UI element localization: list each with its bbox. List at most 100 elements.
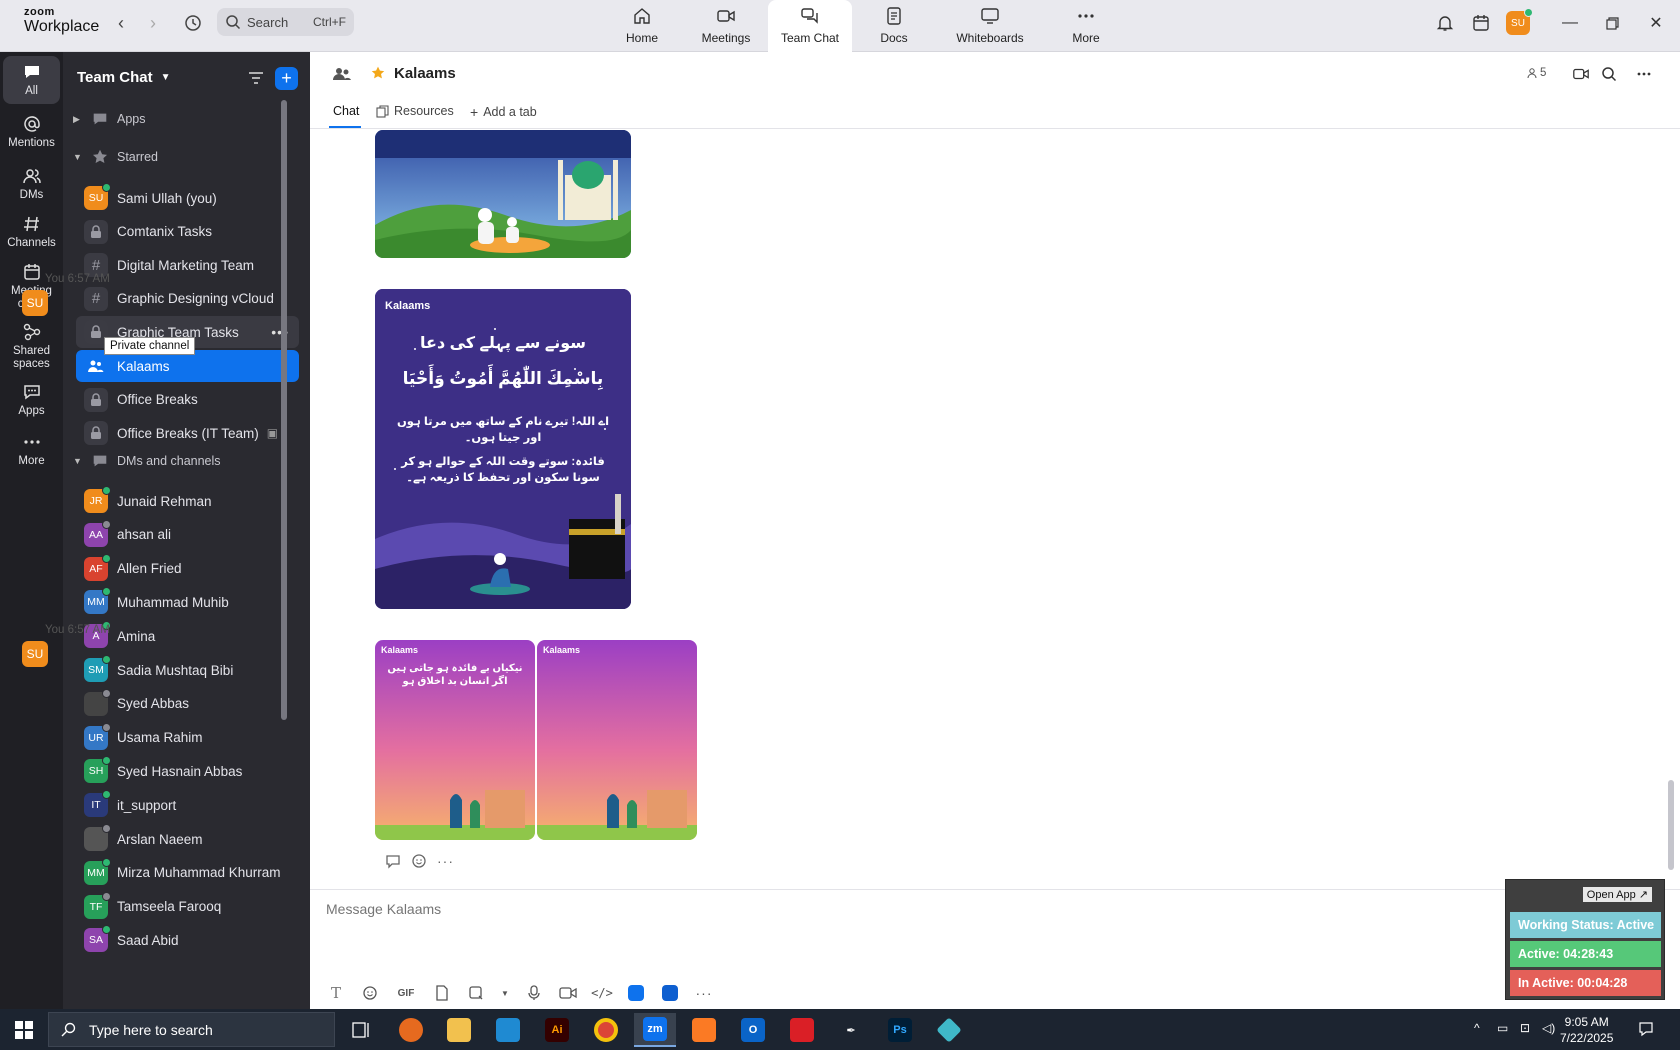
star-icon[interactable] bbox=[370, 65, 386, 81]
user-avatar[interactable]: SU bbox=[1506, 8, 1533, 35]
chat-scrollbar[interactable] bbox=[1668, 780, 1674, 870]
photoshop-icon[interactable]: Ps bbox=[879, 1013, 921, 1047]
message-input[interactable] bbox=[326, 898, 1126, 920]
zoom-taskbar-icon[interactable]: zm bbox=[634, 1013, 676, 1047]
sidebar-item[interactable]: Comtanix Tasks bbox=[76, 216, 299, 248]
sidebar-title[interactable]: Team Chat ▼ bbox=[77, 69, 170, 86]
file-explorer-icon[interactable] bbox=[438, 1013, 480, 1047]
search-icon[interactable] bbox=[1600, 65, 1618, 83]
rail-shared-spaces[interactable]: Shared spaces bbox=[3, 322, 60, 370]
search-box[interactable]: Search Ctrl+F bbox=[217, 8, 354, 36]
section-dms[interactable]: ▼ DMs and channels bbox=[73, 452, 221, 470]
app-diamond-icon[interactable] bbox=[928, 1013, 970, 1047]
sidebar-item[interactable]: SA Saad Abid bbox=[76, 924, 299, 956]
clock[interactable]: 9:05 AM 7/22/2025 bbox=[1560, 1014, 1613, 1046]
video-camera-icon[interactable] bbox=[1572, 65, 1590, 83]
tab-chat[interactable]: Chat bbox=[333, 104, 359, 118]
microphone-icon[interactable] bbox=[524, 983, 544, 1003]
code-snippet-icon[interactable]: </> bbox=[591, 983, 613, 1003]
bell-icon[interactable] bbox=[1434, 12, 1456, 34]
video-message-icon[interactable] bbox=[558, 983, 578, 1003]
tab-meetings[interactable]: Meetings bbox=[684, 0, 768, 52]
file-icon[interactable] bbox=[432, 983, 452, 1003]
message-avatar[interactable]: SU bbox=[22, 641, 48, 667]
message-image-dua[interactable]: Kalaams سونے سے پہلے کی دعا بِاسْمِكَ ال… bbox=[375, 289, 631, 609]
more-dots-icon[interactable]: ··· bbox=[437, 853, 454, 872]
chevron-down-icon[interactable]: ▼ bbox=[500, 983, 510, 1003]
close-icon[interactable]: ✕ bbox=[1644, 12, 1668, 34]
filter-icon[interactable] bbox=[246, 68, 266, 88]
rail-mentions[interactable]: Mentions bbox=[3, 114, 60, 150]
zoom-app-icon[interactable] bbox=[626, 983, 646, 1003]
channel-title[interactable]: Kalaams bbox=[394, 65, 456, 82]
back-icon[interactable]: ‹ bbox=[108, 10, 134, 36]
message-image-akhlaq-2[interactable]: Kalaams bbox=[537, 640, 697, 840]
windows-start-icon[interactable] bbox=[14, 1020, 34, 1040]
rail-channels[interactable]: Channels bbox=[3, 214, 60, 250]
section-apps[interactable]: ▶ Apps bbox=[73, 110, 146, 128]
message-avatar[interactable]: SU bbox=[22, 290, 48, 316]
outlook-icon[interactable]: O bbox=[732, 1013, 774, 1047]
vscode-icon[interactable] bbox=[487, 1013, 529, 1047]
group-icon[interactable] bbox=[332, 64, 352, 84]
sidebar-item[interactable]: # Graphic Designing vCloud bbox=[76, 283, 299, 315]
xampp-icon[interactable] bbox=[683, 1013, 725, 1047]
rail-dms[interactable]: DMs bbox=[3, 166, 60, 202]
zoom-meeting-icon[interactable] bbox=[660, 983, 680, 1003]
firefox-icon[interactable] bbox=[390, 1013, 432, 1047]
sidebar-item[interactable]: MM Muhammad Muhib bbox=[76, 586, 299, 618]
forward-icon[interactable]: › bbox=[140, 10, 166, 36]
text-format-icon[interactable]: T bbox=[326, 983, 346, 1003]
sidebar-item[interactable]: AA ahsan ali bbox=[76, 519, 299, 551]
emoji-icon[interactable] bbox=[360, 983, 380, 1003]
section-starred[interactable]: ▼ Starred bbox=[73, 148, 158, 166]
maximize-icon[interactable] bbox=[1600, 12, 1624, 34]
sidebar-item[interactable]: TF Tamseela Farooq bbox=[76, 891, 299, 923]
open-app-button[interactable]: Open App ↗ bbox=[1582, 887, 1652, 902]
sidebar-item[interactable]: Arslan Naeem bbox=[76, 823, 299, 855]
sidebar-item[interactable]: Syed Abbas bbox=[76, 688, 299, 720]
rail-more[interactable]: More bbox=[3, 432, 60, 468]
taskbar-search[interactable]: Type here to search bbox=[48, 1012, 335, 1047]
tab-more[interactable]: More bbox=[1044, 0, 1128, 52]
battery-icon[interactable]: ▭ bbox=[1497, 1021, 1508, 1035]
illustrator-icon[interactable]: Ai bbox=[536, 1013, 578, 1047]
member-count[interactable]: 5 bbox=[1526, 67, 1546, 79]
sidebar-item[interactable]: Office Breaks (IT Team) ▣ bbox=[76, 417, 299, 449]
history-icon[interactable] bbox=[180, 10, 206, 36]
sidebar-item[interactable]: AF Allen Fried bbox=[76, 553, 299, 585]
rail-all[interactable]: All bbox=[3, 56, 60, 104]
more-dots-icon[interactable] bbox=[1635, 65, 1653, 83]
sidebar-scrollbar[interactable] bbox=[281, 100, 287, 720]
emoji-reaction-icon[interactable] bbox=[411, 853, 427, 872]
network-icon[interactable]: ⊡ bbox=[1520, 1021, 1530, 1035]
more-dots-icon[interactable]: ··· bbox=[694, 983, 714, 1003]
minimize-icon[interactable]: — bbox=[1558, 12, 1582, 34]
sidebar-item[interactable]: JR Junaid Rehman bbox=[76, 485, 299, 517]
screenshot-icon[interactable] bbox=[466, 983, 486, 1003]
pen-tool-icon[interactable]: ✒ bbox=[830, 1013, 872, 1047]
reply-icon[interactable] bbox=[385, 853, 401, 872]
tab-home[interactable]: Home bbox=[600, 0, 684, 52]
sidebar-item[interactable]: SH Syed Hasnain Abbas bbox=[76, 755, 299, 787]
creative-cloud-icon[interactable] bbox=[781, 1013, 823, 1047]
sidebar-item[interactable]: UR Usama Rahim bbox=[76, 722, 299, 754]
volume-icon[interactable]: ◁) bbox=[1542, 1021, 1555, 1035]
chrome-icon[interactable] bbox=[585, 1013, 627, 1047]
task-view-icon[interactable] bbox=[340, 1013, 382, 1047]
tab-team-chat[interactable]: Team Chat bbox=[768, 0, 852, 52]
sidebar-item[interactable]: Office Breaks bbox=[76, 384, 299, 416]
sidebar-item[interactable]: SU Sami Ullah (you) bbox=[76, 182, 299, 214]
new-chat-button[interactable]: + bbox=[275, 67, 298, 90]
calendar-icon[interactable] bbox=[1470, 12, 1492, 34]
sidebar-item[interactable]: SM Sadia Mushtaq Bibi bbox=[76, 654, 299, 686]
message-image-mosque[interactable] bbox=[375, 130, 631, 258]
chevron-up-icon[interactable]: ^ bbox=[1474, 1021, 1480, 1035]
rail-apps[interactable]: Apps bbox=[3, 382, 60, 418]
tab-docs[interactable]: Docs bbox=[852, 0, 936, 52]
tab-whiteboards[interactable]: Whiteboards bbox=[936, 0, 1044, 52]
sidebar-item[interactable]: IT it_support bbox=[76, 789, 299, 821]
sidebar-item[interactable]: MM Mirza Muhammad Khurram bbox=[76, 857, 299, 889]
tab-resources[interactable]: Resources bbox=[376, 104, 454, 118]
add-tab-button[interactable]: + Add a tab bbox=[470, 104, 537, 120]
